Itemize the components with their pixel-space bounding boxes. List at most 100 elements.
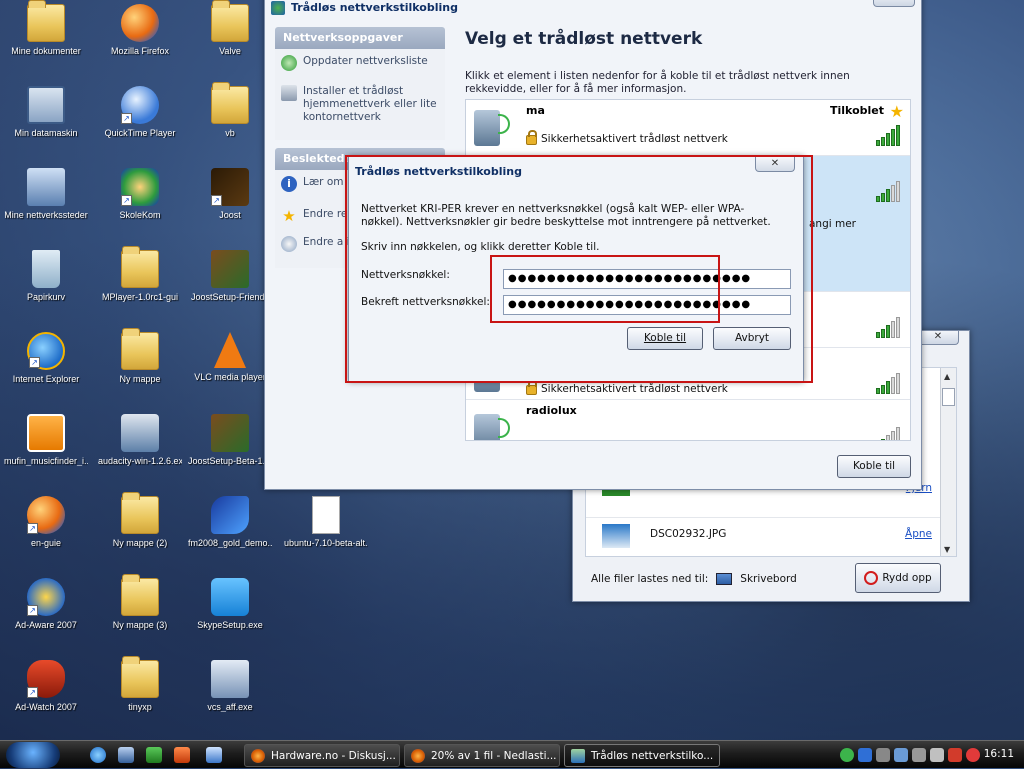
clean-up-button[interactable]: Rydd opp <box>855 563 941 593</box>
connect-button[interactable]: Koble til <box>837 455 911 478</box>
cancel-button[interactable]: Avbryt <box>713 327 791 350</box>
taskbar-button-wireless[interactable]: Trådløs nettverkstilko... <box>564 744 720 767</box>
settings-icon <box>281 236 297 252</box>
exe-icon <box>211 660 249 698</box>
desktop-icon-vb[interactable]: vb <box>188 82 272 138</box>
desktop-icon-mufin[interactable]: mufin_musicfinder_i... <box>4 414 88 466</box>
scrollbar[interactable]: ▲ ▼ <box>940 368 956 556</box>
taskbar-button-downloads[interactable]: 20% av 1 fil - Nedlasti... <box>404 744 560 767</box>
desktop-icon-ny-mappe-3[interactable]: Ny mappe (3) <box>98 574 182 630</box>
desktop-icon-fm2008[interactable]: fm2008_gold_demo... <box>188 496 272 548</box>
list-item[interactable]: DSC02932.JPG Åpne <box>586 518 940 562</box>
desktop-icon-network-places[interactable]: Mine nettverkssteder <box>4 168 88 220</box>
desktop-icon-quicktime[interactable]: ↗ QuickTime Player <box>98 86 182 138</box>
desktop-icon-joost[interactable]: ↗ Joost <box>188 168 272 220</box>
desktop-icon-adwatch[interactable]: ↗ Ad-Watch 2007 <box>4 660 88 712</box>
desktop-icon-label: mufin_musicfinder_i... <box>4 456 88 466</box>
network-security: Sikkerhetsaktivert trådløst nettverk <box>541 382 728 395</box>
task-label: Oppdater nettverksliste <box>303 55 428 67</box>
desktop-icon-documents[interactable]: Mine dokumenter <box>4 0 88 56</box>
desktop-icon-firefox[interactable]: Mozilla Firefox <box>98 4 182 56</box>
desktop-icon-computer[interactable]: Min datamaskin <box>4 86 88 138</box>
desktop-icon-label: QuickTime Player <box>104 128 176 138</box>
desktop-icon-audacity[interactable]: audacity-win-1.2.6.exe <box>98 414 182 466</box>
desktop-icon-adaware[interactable]: ↗ Ad-Aware 2007 <box>4 578 88 630</box>
excel-icon[interactable] <box>146 747 162 763</box>
scrollbar-thumb[interactable] <box>942 388 955 406</box>
desktop-icon-label: Ad-Aware 2007 <box>15 620 77 630</box>
desktop-icon-ny-mappe-2[interactable]: Ny mappe (2) <box>98 492 182 548</box>
shortcut-arrow-icon: ↗ <box>27 687 38 698</box>
desktop-icon-mplayer[interactable]: MPlayer-1.0rc1-gui <box>98 246 182 302</box>
desktop-icon-joostsetup-friends[interactable]: JoostSetup-Friends <box>188 250 272 302</box>
desktop-icon-label: vb <box>225 128 235 138</box>
audio-icon[interactable] <box>876 748 890 762</box>
wireless-icon <box>271 0 285 15</box>
desktop-icon-label: tinyxp <box>128 702 152 712</box>
desktop-icon-label: Valve <box>219 46 241 56</box>
desktop-icon-ny-mappe[interactable]: Ny mappe <box>98 328 182 384</box>
desktop-icon-en-guie[interactable]: ↗ en-guie <box>4 496 88 548</box>
scroll-down-icon[interactable]: ▼ <box>944 545 950 554</box>
documents-folder-icon <box>27 0 65 42</box>
desktop-icon-skolekom[interactable]: ↗ SkoleKom <box>98 168 182 220</box>
window-titlebar[interactable]: Trådløs nettverkstilkobling <box>265 0 921 15</box>
switch-windows-icon[interactable] <box>206 747 222 763</box>
lock-icon <box>526 130 537 145</box>
desktop-icon-recycle-bin[interactable]: Papirkurv <box>4 250 88 302</box>
network-tasks-header: Nettverksoppgaver <box>275 27 445 49</box>
scroll-up-icon[interactable]: ▲ <box>944 372 950 381</box>
taskbar-button-label: 20% av 1 fil - Nedlasti... <box>431 749 557 762</box>
desktop-icon-label: Internet Explorer <box>12 374 80 384</box>
desktop-icon-valve[interactable]: Valve <box>188 0 272 56</box>
connect-button[interactable]: Koble til <box>627 327 703 350</box>
desktop-icon-ubuntu[interactable]: ubuntu-7.10-beta-alt... <box>284 496 368 548</box>
network-icon[interactable] <box>858 748 872 762</box>
start-button[interactable] <box>6 742 60 768</box>
star-icon: ★ <box>282 207 296 225</box>
network-security: Sikkerhetsaktivert trådløst nettverk <box>541 132 728 145</box>
desktop-icon-skypesetup[interactable]: SkypeSetup.exe <box>188 578 272 630</box>
powerpoint-icon[interactable] <box>174 747 190 763</box>
close-button[interactable]: ✕ <box>755 157 795 172</box>
adaware-icon: ↗ <box>27 578 65 616</box>
task-setup-network[interactable]: Installer et trådløst hjemmenettverk ell… <box>281 85 439 124</box>
opera-icon[interactable] <box>966 748 980 762</box>
open-link[interactable]: Åpne <box>905 528 932 540</box>
network-item-ma[interactable]: ma Tilkoblet ★ Sikkerhetsaktivert trådlø… <box>466 100 910 156</box>
installer-icon <box>211 414 249 452</box>
usb-icon[interactable] <box>912 748 926 762</box>
close-button[interactable]: ✕ <box>917 331 959 345</box>
shortcut-arrow-icon: ↗ <box>121 195 132 206</box>
desktop-icon-label: SkypeSetup.exe <box>197 620 263 630</box>
desktop-icon-label: en-guie <box>30 538 62 548</box>
recycle-bin-icon <box>32 250 60 288</box>
desktop-icon-label: Mine nettverkssteder <box>4 210 88 220</box>
close-button[interactable] <box>873 0 915 7</box>
desktop-icon-joostsetup-beta[interactable]: JoostSetup-Beta-1.0... <box>188 414 272 466</box>
desktop-icon-vlc[interactable]: VLC media player <box>188 332 272 382</box>
related-label: Lær om <box>303 176 344 188</box>
clock[interactable]: 16:11 <box>984 748 1014 760</box>
wireless-tray-icon[interactable] <box>894 748 908 762</box>
adwatch-icon: ↗ <box>27 660 65 698</box>
folder-icon <box>121 328 159 370</box>
star-icon: ★ <box>889 102 904 121</box>
taskbar-button-hardware[interactable]: Hardware.no - Diskusj... <box>244 744 400 767</box>
ie-icon[interactable] <box>90 747 106 763</box>
desktop-icon-label: JoostSetup-Beta-1.0... <box>188 456 272 466</box>
desktop-icon-vcs[interactable]: vcs_aff.exe <box>188 660 272 712</box>
confirm-key-field[interactable]: ●●●●●●●●●●●●●●●●●●●●●●●●● <box>503 295 791 315</box>
show-desktop-icon[interactable] <box>118 747 134 763</box>
desktop-icon-ie[interactable]: ↗ Internet Explorer <box>4 332 88 384</box>
task-refresh-list[interactable]: Oppdater nettverksliste <box>281 55 439 71</box>
network-key-field[interactable]: ●●●●●●●●●●●●●●●●●●●●●●●●● <box>503 269 791 289</box>
messenger-icon[interactable] <box>840 748 854 762</box>
display-icon[interactable] <box>930 748 944 762</box>
network-name: ma <box>526 104 545 117</box>
setup-network-icon <box>281 85 297 101</box>
network-key-dialog[interactable]: Trådløs nettverkstilkobling ✕ Nettverket… <box>348 156 804 382</box>
network-item-radiolux[interactable]: radiolux <box>466 400 910 440</box>
security-icon[interactable] <box>948 748 962 762</box>
desktop-icon-tinyxp[interactable]: tinyxp <box>98 656 182 712</box>
